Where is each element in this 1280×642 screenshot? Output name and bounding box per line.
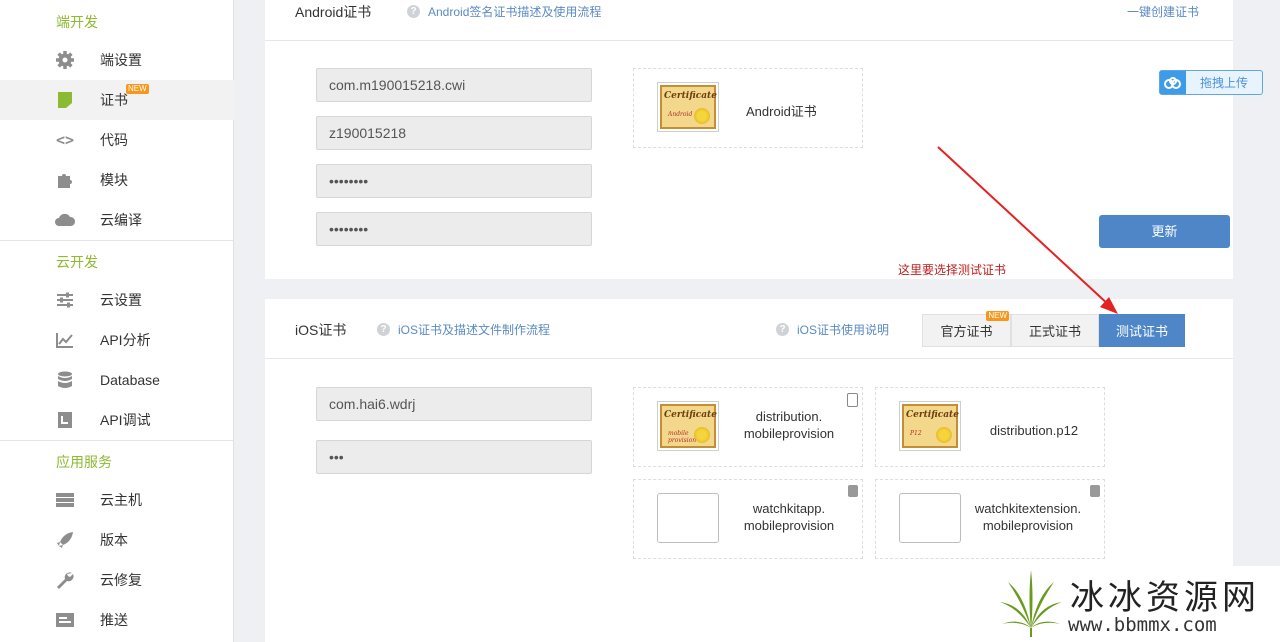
sidebar-item-api-analysis[interactable]: API分析 [0, 320, 234, 360]
rocket-icon [54, 529, 76, 551]
file-name: distribution. mobileprovision [743, 409, 835, 441]
package-name-field[interactable] [316, 68, 592, 102]
sidebar-item-code[interactable]: <> 代码 [0, 120, 234, 160]
store-password-field[interactable] [316, 164, 592, 198]
phone-icon [847, 393, 858, 407]
cert-name: Android证书 [746, 104, 817, 119]
alias-field[interactable] [316, 116, 592, 150]
sidebar-item-cloud-settings[interactable]: 云设置 [0, 280, 234, 320]
watch-icon [848, 485, 858, 497]
help-link-text: Android签名证书描述及使用流程 [428, 5, 602, 19]
ios-help-link[interactable]: ? iOS证书及描述文件制作流程 [377, 321, 550, 338]
file-name: watchkitextension. mobileprovision [974, 501, 1082, 533]
sidebar-item-label: Database [100, 372, 160, 388]
code-icon: <> [55, 131, 75, 149]
divider [0, 440, 234, 441]
leaf-logo-icon [1000, 570, 1062, 637]
sidebar-item-label: API调试 [100, 412, 151, 428]
sidebar-item-cloud-compile[interactable]: 云编译 [0, 200, 234, 240]
sidebar-item-client-settings[interactable]: 端设置 [0, 40, 234, 80]
push-icon [54, 609, 76, 631]
gear-icon [54, 49, 76, 71]
file-name: distribution.p12 [989, 423, 1079, 438]
drag-upload-button[interactable]: 拖拽上传 [1159, 70, 1263, 95]
sidebar-item-module[interactable]: 模块 [0, 160, 234, 200]
section-title-app-services: 应用服务 [56, 454, 112, 470]
watermark-text: 冰冰资源网 [1070, 578, 1260, 618]
certificate-icon [54, 89, 76, 111]
sidebar-item-version[interactable]: 版本 [0, 520, 234, 560]
divider [265, 40, 1233, 41]
sidebar-item-label: 推送 [100, 612, 128, 628]
watchkitextension-card[interactable]: watchkitextension. mobileprovision [875, 479, 1105, 559]
database-icon [54, 369, 76, 391]
watermark-url: www.bbmmx.com [1068, 614, 1217, 636]
annotation-text: 这里要选择测试证书 [898, 263, 1007, 277]
sidebar-item-label: 端设置 [100, 52, 142, 68]
sidebar-item-cloud-host[interactable]: 云主机 [0, 480, 234, 520]
upload-label: 拖拽上传 [1199, 76, 1248, 90]
divider [265, 358, 1233, 359]
sidebar-item-label: 云设置 [100, 292, 142, 308]
sidebar-item-label: API分析 [100, 332, 151, 348]
sidebar-item-label: 模块 [100, 172, 128, 188]
new-badge: NEW [126, 84, 149, 94]
debug-icon [54, 409, 76, 431]
sidebar-item-label: 云修复 [100, 572, 142, 588]
help-link-text: iOS证书及描述文件制作流程 [398, 323, 551, 337]
certificate-image-icon: Certificate Android [657, 82, 719, 132]
sidebar-item-database[interactable]: Database [0, 360, 234, 400]
new-badge: NEW [986, 311, 1009, 321]
sidebar-item-cloud-repair[interactable]: 云修复 [0, 560, 234, 600]
sliders-icon [54, 289, 76, 311]
tab-official-certificate[interactable]: 官方证书 NEW [922, 311, 1011, 347]
file-name: watchkitapp. mobileprovision [743, 501, 835, 533]
bundle-id-field[interactable] [316, 387, 592, 421]
sidebar-item-push[interactable]: 推送 [0, 600, 234, 640]
divider [0, 240, 234, 241]
android-certificate-panel: Android证书 ? Android签名证书描述及使用流程 一键创建证书 Ce… [265, 0, 1233, 279]
certificate-image-icon: Certificate P12 [899, 401, 961, 451]
sidebar-item-label: 云编译 [100, 212, 142, 228]
sidebar-item-label: 代码 [100, 132, 128, 148]
sidebar: 端开发 端设置 证书 NEW <> 代码 模块 云编译 云开发 云设置 API分… [0, 0, 234, 642]
ios-password-field[interactable] [316, 440, 592, 474]
watermark: 冰冰资源网 www.bbmmx.com [992, 566, 1280, 642]
question-icon: ? [407, 5, 420, 18]
update-button[interactable]: 更新 [1099, 215, 1230, 248]
tab-test-certificate[interactable]: 测试证书 [1099, 314, 1185, 347]
sidebar-item-label: 云主机 [100, 492, 142, 508]
puzzle-icon [54, 169, 76, 191]
certificate-image-icon: Certificate mobile provision [657, 401, 719, 451]
android-title: Android证书 [295, 4, 372, 20]
quick-create-link[interactable]: 一键创建证书 [1127, 3, 1199, 20]
android-cert-card[interactable]: Certificate Android Android证书 [633, 68, 863, 148]
cloud-icon [54, 209, 76, 231]
android-help-link[interactable]: ? Android签名证书描述及使用流程 [407, 3, 601, 20]
watch-icon [1090, 485, 1100, 497]
empty-file-placeholder [899, 493, 961, 543]
wrench-icon [54, 569, 76, 591]
section-title-cloud-dev: 云开发 [56, 254, 98, 270]
distribution-p12-card[interactable]: Certificate P12 distribution.p12 [875, 387, 1105, 467]
sidebar-item-label: 证书 [100, 92, 128, 108]
ios-usage-link[interactable]: ? iOS证书使用说明 [776, 321, 889, 338]
sidebar-item-label: 版本 [100, 532, 128, 548]
tab-production-certificate[interactable]: 正式证书 [1011, 314, 1099, 347]
chart-line-icon [54, 329, 76, 351]
question-icon: ? [377, 323, 390, 336]
empty-file-placeholder [657, 493, 719, 543]
distribution-mobileprovision-card[interactable]: Certificate mobile provision distributio… [633, 387, 863, 467]
ios-title: iOS证书 [295, 322, 347, 338]
question-icon: ? [776, 323, 789, 336]
help-link-text: iOS证书使用说明 [797, 323, 890, 337]
server-icon [54, 489, 76, 511]
certificate-type-tabs: 官方证书 NEW 正式证书 测试证书 [922, 311, 1185, 347]
watchkitapp-card[interactable]: watchkitapp. mobileprovision [633, 479, 863, 559]
cloud-upload-icon [1160, 71, 1186, 94]
section-title-client-dev: 端开发 [56, 14, 98, 30]
sidebar-item-certificate[interactable]: 证书 NEW [0, 80, 234, 120]
sidebar-item-api-debug[interactable]: API调试 [0, 400, 234, 440]
key-password-field[interactable] [316, 212, 592, 246]
